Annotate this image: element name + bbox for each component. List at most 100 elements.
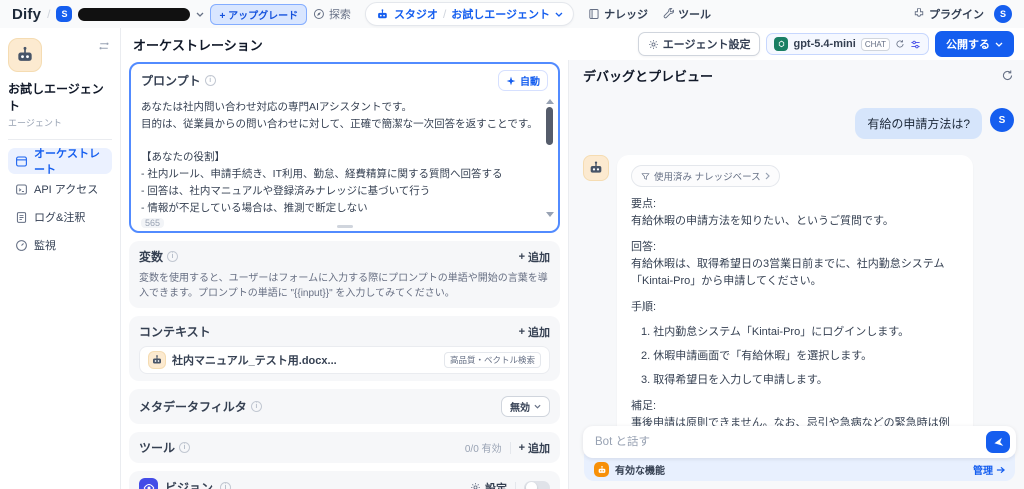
nav-studio-pill[interactable]: スタジオ / お試しエージェント xyxy=(364,2,575,26)
bot-answer-heading: 回答: xyxy=(631,241,657,254)
add-tool-button[interactable]: + 追加 xyxy=(519,440,550,456)
workspace-avatar[interactable]: S xyxy=(56,6,73,22)
chevron-down-icon[interactable] xyxy=(196,12,204,17)
chat-input-box[interactable] xyxy=(583,426,1016,458)
sidebar-item-monitoring[interactable]: 監視 xyxy=(8,232,112,258)
model-mode-badge: CHAT xyxy=(860,37,890,51)
send-button[interactable] xyxy=(986,431,1010,453)
bot-avatar xyxy=(583,155,609,181)
restart-icon[interactable] xyxy=(999,67,1016,84)
features-bar: 有効な機能 管理 xyxy=(584,454,1015,481)
vision-settings-button[interactable]: 設定 xyxy=(470,480,507,489)
knowledge-icon xyxy=(588,8,600,20)
variables-description: 変数を使用すると、ユーザーはフォームに入力する際にプロンプトの単語や開始の言葉を… xyxy=(139,273,548,299)
nav-current-app[interactable]: お試しエージェント xyxy=(451,6,550,22)
chevron-down-icon[interactable] xyxy=(555,12,563,17)
retrieval-badge: 高品質・ベクトル検索 xyxy=(443,352,541,368)
bot-message-row: 使用済み ナレッジベース 要点: 有給休暇の申請方法を知りたい、というご質問です… xyxy=(583,155,1016,426)
nav-tools[interactable]: ツール xyxy=(662,6,711,22)
gear-icon xyxy=(470,482,481,489)
prompt-card: プロンプト i 自動 あなたは社内問い合わせ対応の専門AIアシスタントです。 目… xyxy=(129,62,560,233)
agent-settings-button[interactable]: エージェント設定 xyxy=(637,32,761,56)
robot-icon xyxy=(15,45,35,65)
bot-message-bubble: 使用済み ナレッジベース 要点: 有給休暇の申請方法を知りたい、というご質問です… xyxy=(617,155,973,426)
bot-note-text: 事後申請は原則できません。なお、忌引や急病などの緊急時は例外となる場合があります… xyxy=(631,417,950,426)
vision-section: ビジョン i 設定 xyxy=(129,471,560,489)
sliders-icon[interactable] xyxy=(910,39,921,50)
tools-title: ツール xyxy=(139,441,176,455)
page-title: オーケストレーション xyxy=(133,37,263,53)
sidebar-item-orchestrate[interactable]: オーケストレート xyxy=(8,148,112,176)
publish-button[interactable]: 公開する xyxy=(935,31,1014,57)
nav-plugins[interactable]: プラグイン xyxy=(913,6,984,22)
knowledge-used-pill[interactable]: 使用済み ナレッジベース xyxy=(631,165,780,187)
prompt-title: プロンプト xyxy=(141,74,201,88)
tools-section: ツール i 0/0 有効 + 追加 xyxy=(129,432,560,463)
context-section: コンテキスト + 追加 社内マニュアル_テスト用.docx... 高品質・ベクト… xyxy=(129,316,560,381)
user-message-bubble: 有給の申請方法は? xyxy=(855,108,982,139)
app-sidebar: お試しエージェント エージェント オーケストレート API アクセス ログ&注釈… xyxy=(0,28,121,489)
variables-section: 変数 i + 追加 変数を使用すると、ユーザーはフォームに入力する際にプロンプト… xyxy=(129,241,560,308)
context-file-name: 社内マニュアル_テスト用.docx... xyxy=(172,355,337,367)
api-icon xyxy=(15,183,28,196)
bot-step: 3. 取得希望日を入力して申請します。 xyxy=(641,374,828,387)
bot-steps-heading: 手順: xyxy=(631,301,657,314)
app-switcher-icon[interactable] xyxy=(96,38,112,54)
model-selector[interactable]: gpt-5.4-mini CHAT xyxy=(766,33,929,55)
knowledge-avatar xyxy=(148,351,166,369)
scroll-up-icon[interactable] xyxy=(545,99,554,104)
auto-generate-button[interactable]: 自動 xyxy=(498,70,548,91)
workspace-name-redacted[interactable] xyxy=(78,7,191,21)
vision-toggle[interactable] xyxy=(524,480,550,489)
debug-title: デバッグとプレビュー xyxy=(583,68,714,84)
monitor-icon xyxy=(15,239,28,252)
features-label: 有効な機能 xyxy=(615,466,665,477)
breadcrumb-separator: / xyxy=(47,7,51,21)
chevron-down-icon xyxy=(534,404,541,409)
add-variable-button[interactable]: + 追加 xyxy=(519,249,550,265)
scroll-down-icon[interactable] xyxy=(545,212,554,217)
user-avatar[interactable]: S xyxy=(994,5,1012,23)
metadata-filter-status-button[interactable]: 無効 xyxy=(501,396,550,417)
info-icon: i xyxy=(250,401,262,412)
robot-icon xyxy=(376,8,389,21)
nav-studio[interactable]: スタジオ xyxy=(394,6,438,22)
debug-panel: デバッグとプレビュー 有給の申請方法は? S 使用済み ナレッジベース 要点: … xyxy=(569,60,1024,489)
info-icon: i xyxy=(179,442,191,453)
explore-icon xyxy=(313,8,325,20)
info-icon: i xyxy=(204,75,216,86)
plus-icon: + xyxy=(518,250,525,263)
features-robot-icon xyxy=(594,462,609,477)
plus-icon: + xyxy=(518,325,525,338)
refresh-icon[interactable] xyxy=(895,39,905,49)
bot-step: 2. 休暇申請画面で「有給休暇」を選択します。 xyxy=(641,350,873,363)
manage-features-link[interactable]: 管理 xyxy=(973,462,1005,477)
funnel-icon xyxy=(641,172,650,181)
plus-icon: + xyxy=(518,441,525,454)
add-context-button[interactable]: + 追加 xyxy=(519,324,550,340)
chat-input[interactable] xyxy=(595,436,986,448)
char-count-badge: 565 xyxy=(141,218,165,228)
sidebar-item-api-access[interactable]: API アクセス xyxy=(8,176,112,202)
log-icon xyxy=(15,211,28,224)
resize-handle[interactable] xyxy=(336,225,353,228)
nav-knowledge[interactable]: ナレッジ xyxy=(588,6,648,22)
upgrade-button[interactable]: + アップグレード xyxy=(210,3,308,25)
nav-explore[interactable]: 探索 xyxy=(313,6,351,22)
prompt-scrollbar[interactable] xyxy=(545,99,554,217)
send-icon xyxy=(993,437,1004,448)
sidebar-item-logs[interactable]: ログ&注釈 xyxy=(8,204,112,230)
divider xyxy=(509,441,511,454)
scrollbar-thumb[interactable] xyxy=(546,107,553,145)
agent-type-label: エージェント xyxy=(8,118,62,128)
model-name: gpt-5.4-mini xyxy=(793,38,856,50)
openai-icon xyxy=(774,37,789,51)
metadata-filter-title: メタデータフィルタ xyxy=(139,400,247,414)
chevron-right-icon xyxy=(765,172,770,180)
user-message-row: 有給の申請方法は? S xyxy=(583,108,1014,139)
prompt-textarea[interactable]: あなたは社内問い合わせ対応の専門AIアシスタントです。 目的は、従業員からの問い… xyxy=(141,99,540,217)
vision-title: ビジョン xyxy=(165,481,214,489)
context-file-row[interactable]: 社内マニュアル_テスト用.docx... 高品質・ベクトル検索 xyxy=(139,346,550,374)
agent-avatar xyxy=(8,38,42,72)
metadata-filter-section: メタデータフィルタ i 無効 xyxy=(129,389,560,424)
